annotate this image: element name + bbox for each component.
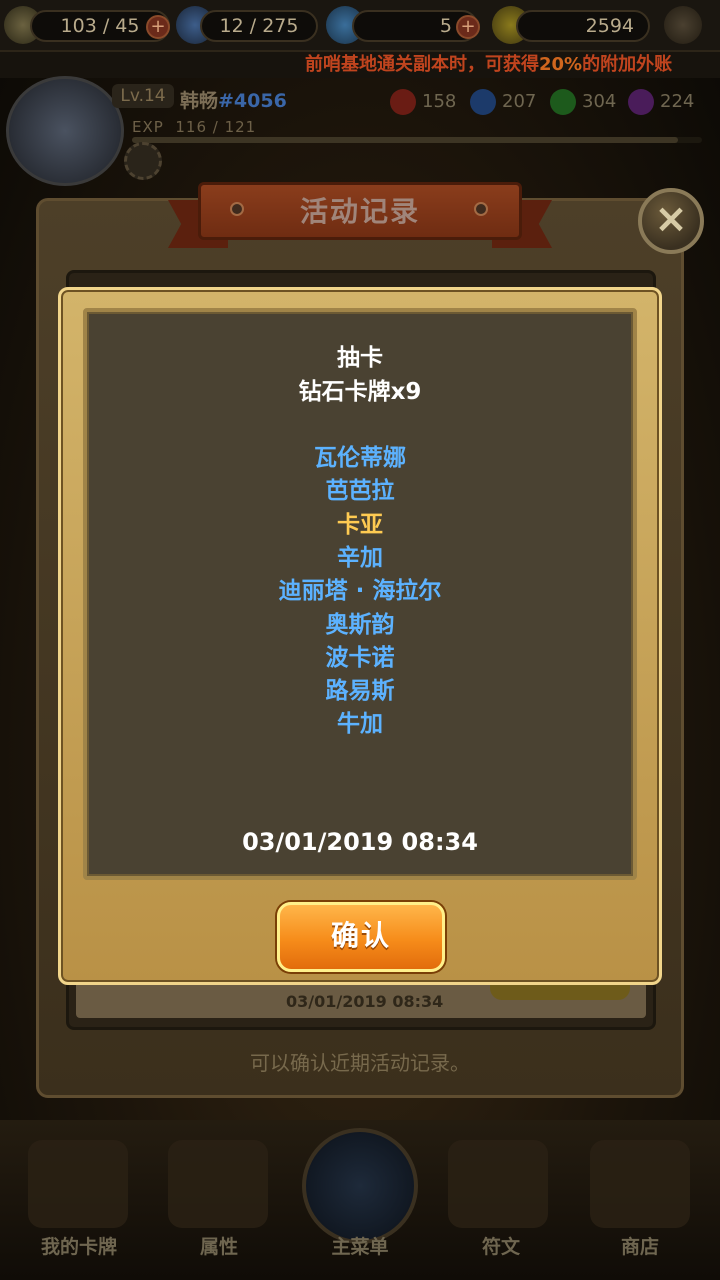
nav-shop[interactable]: 商店 [585,1232,695,1259]
record-detail-content: 抽卡 钻石卡牌x9 瓦伦蒂娜芭芭拉卡亚辛加迪丽塔 · 海拉尔 奥斯韵波卡诺路易斯牛… [83,308,637,880]
player-level: Lv.14 [112,84,174,108]
card-result-item: 芭芭拉 [325,478,395,505]
my-cards-icon[interactable] [28,1140,128,1228]
gem-purple: 224 [628,88,694,116]
runes-icon[interactable] [448,1140,548,1228]
log-entry-button[interactable] [490,984,630,1000]
diamond-add-button[interactable]: + [456,15,480,39]
record-type: 抽卡 [337,345,383,371]
nav-runes[interactable]: 符文 [446,1232,556,1259]
confirm-button[interactable]: 确认 [277,902,445,972]
attributes-icon[interactable] [168,1140,268,1228]
shop-chest-icon[interactable] [590,1140,690,1228]
card-result-item: 辛加 [337,544,383,571]
card-result-item: 牛加 [337,711,383,738]
main-menu-icon[interactable] [302,1128,418,1244]
nav-attributes[interactable]: 属性 [164,1232,274,1259]
panel-hint: 可以确认近期活动记录。 [250,1051,470,1075]
purple-gem-icon [628,89,654,115]
record-datetime: 03/01/2019 08:34 [242,828,478,856]
resource-bar: 103 / 45 + 12 / 275 5 + 2594 [0,0,720,52]
card-result-item: 奥斯韵 [325,611,395,638]
exp-bar [132,137,702,143]
exp-readout: EXP 116 / 121 [132,118,257,136]
log-entry-time: 03/01/2019 08:34 [286,992,444,1011]
exp-bar-fill [132,137,679,143]
card-result-item: 路易斯 [325,678,395,705]
stamina-add-button[interactable]: + [146,15,170,39]
record-detail-dialog: 抽卡 钻石卡牌x9 瓦伦蒂娜芭芭拉卡亚辛加迪丽塔 · 海拉尔 奥斯韵波卡诺路易斯牛… [58,287,662,985]
panel-title: 活动记录 [299,195,420,228]
player-name: 韩畅#4056 [180,90,287,112]
blue-gem-icon [470,89,496,115]
record-summary: 钻石卡牌x9 [298,379,422,405]
nav-main-menu[interactable]: 主菜单 [305,1232,415,1259]
green-gem-icon [550,89,576,115]
card-result-item: 迪丽塔 · 海拉尔 [278,578,442,605]
gem-green: 304 [550,88,616,116]
close-button[interactable]: × [638,188,704,254]
panel-title-ribbon: 活动记录 [168,178,552,248]
settings-gear-icon[interactable] [664,6,702,44]
gem-blue: 207 [470,88,536,116]
cog-icon[interactable] [124,142,162,180]
card-result-item: 波卡诺 [325,644,395,671]
card-result-item: 瓦伦蒂娜 [314,445,406,471]
card-result-item: 卡亚 [337,511,383,538]
news-ticker: 前哨基地通关副本时，可获得20%的附加外账 [0,52,720,78]
potion-counter: 12 / 275 [200,10,318,42]
player-avatar[interactable] [6,76,124,186]
gem-red: 158 [390,88,456,116]
gold-counter: 2594 [516,10,650,42]
nav-my-cards[interactable]: 我的卡牌 [24,1232,134,1259]
red-gem-icon [390,89,416,115]
